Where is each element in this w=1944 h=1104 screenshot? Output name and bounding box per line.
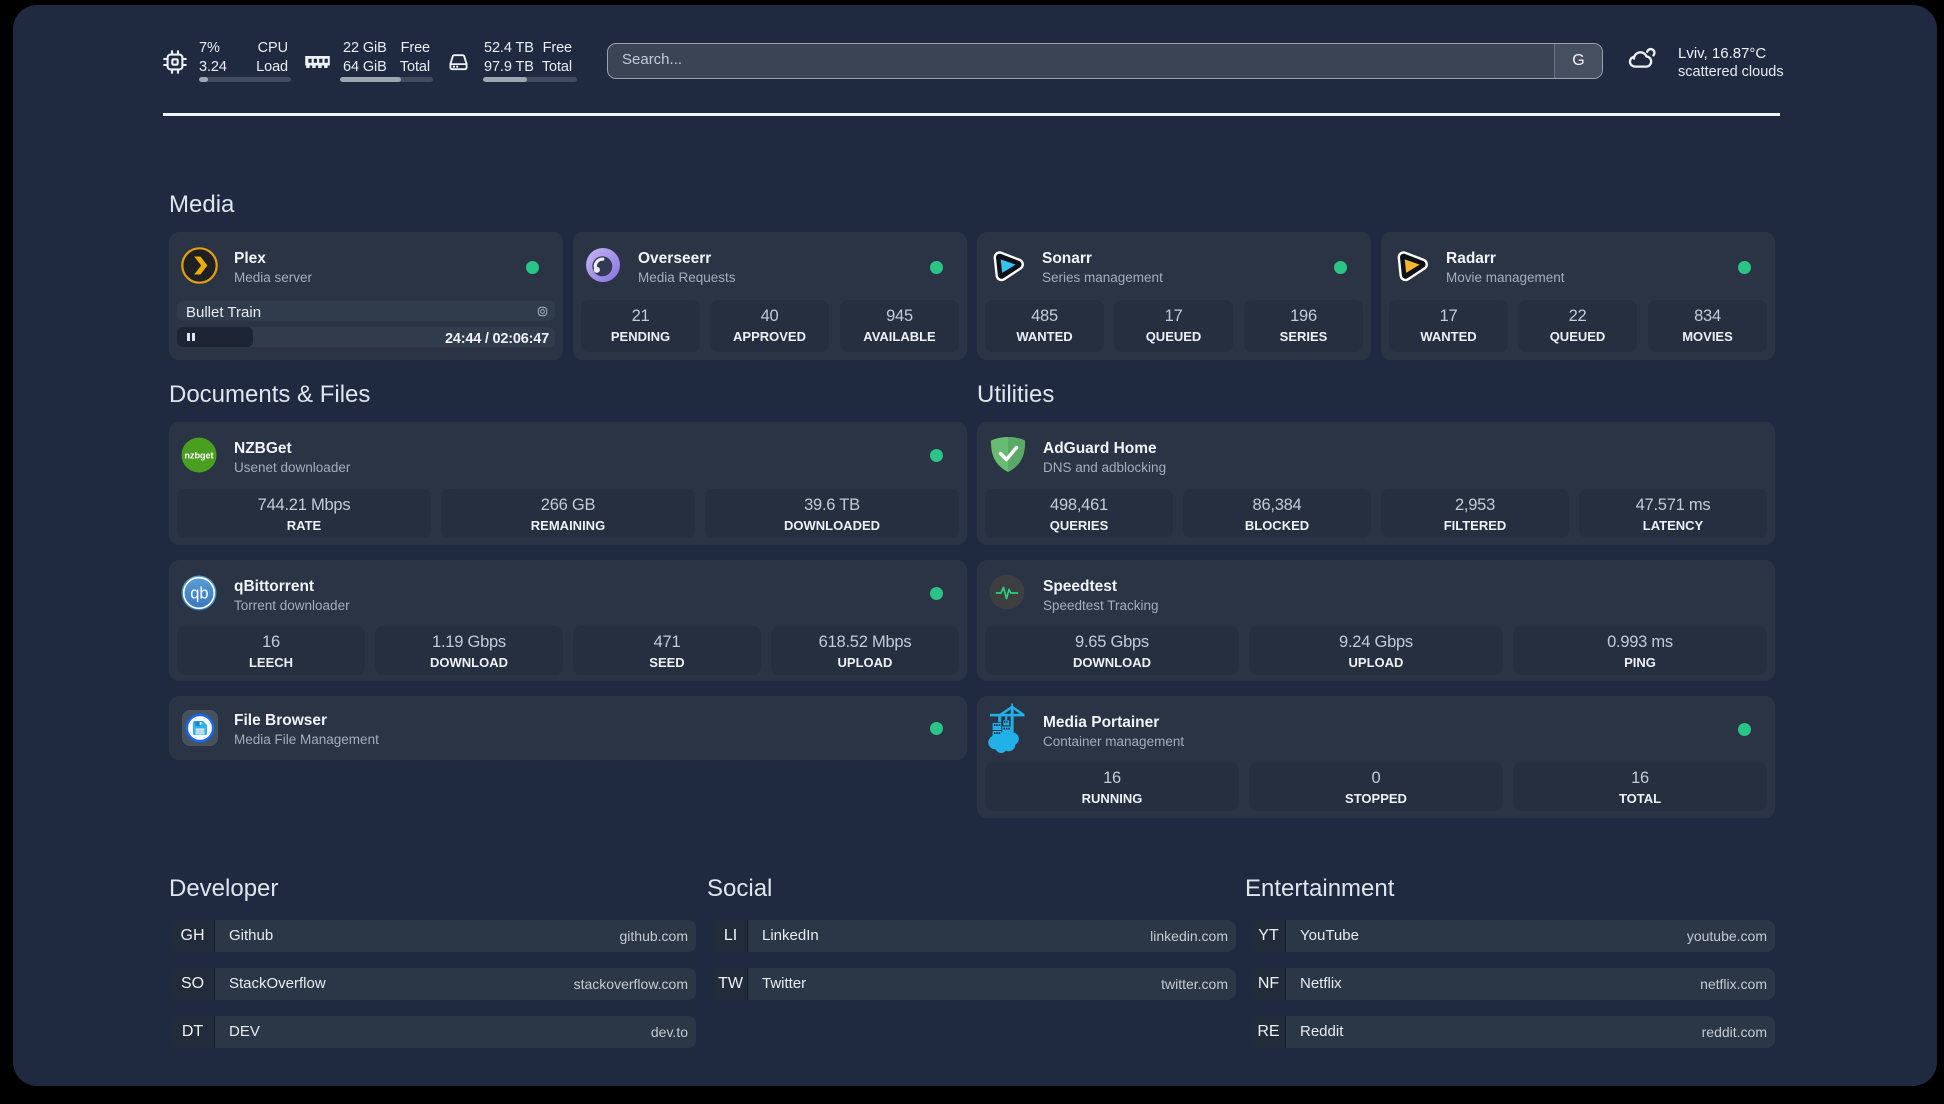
svg-text:qb: qb: [190, 584, 208, 602]
svg-text:nzbget: nzbget: [185, 450, 214, 460]
